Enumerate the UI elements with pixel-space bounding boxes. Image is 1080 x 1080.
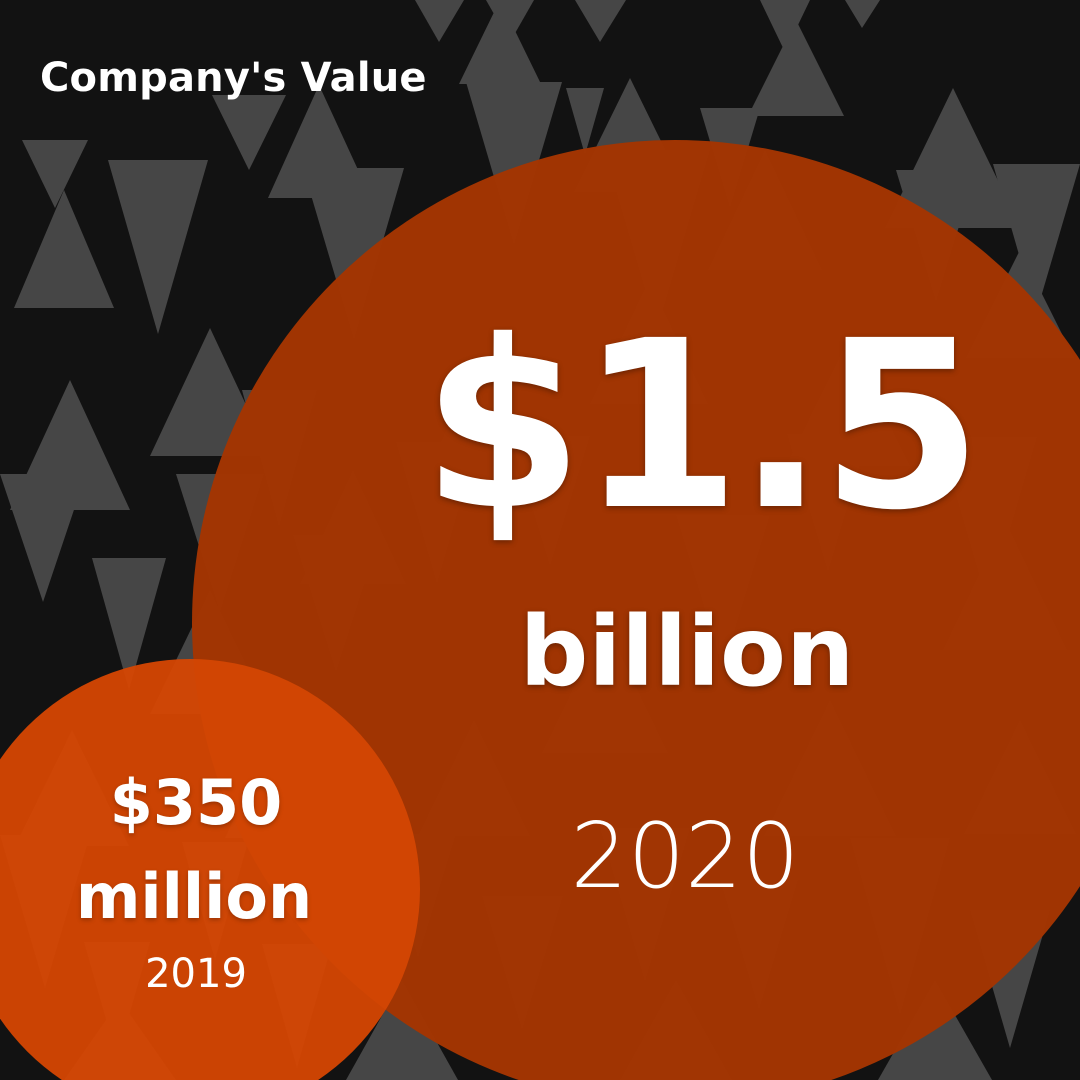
small-value-unit: million [75, 860, 313, 933]
page-title: Company's Value [40, 55, 427, 101]
poster-canvas: Company's Value $1.5 billion 2020 $350 m… [0, 0, 1080, 1080]
small-value-number: $350 [109, 766, 283, 839]
large-value-year: 2020 [570, 804, 800, 909]
large-value-unit: billion [519, 596, 855, 708]
large-value-number: $1.5 [422, 291, 982, 561]
small-value-year: 2019 [145, 951, 247, 997]
